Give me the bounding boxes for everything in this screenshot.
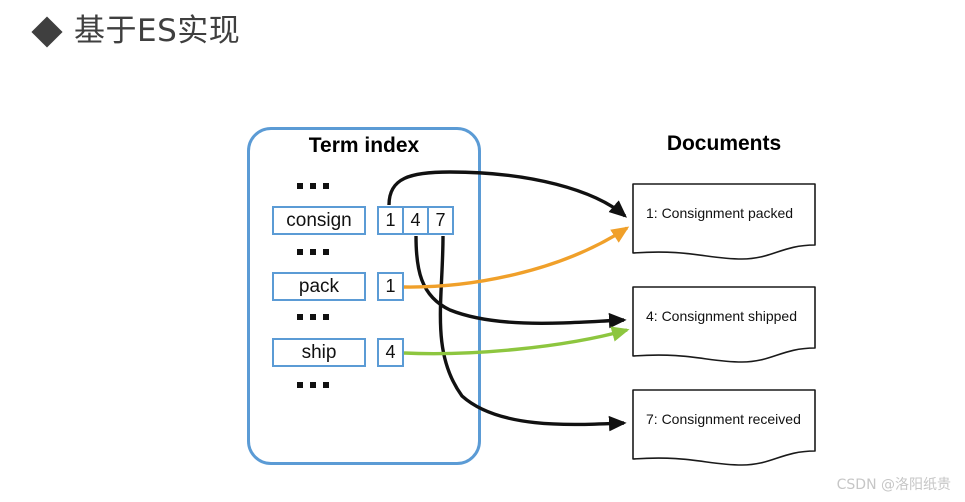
ellipsis-row bbox=[297, 183, 329, 189]
ellipsis-dot bbox=[310, 183, 316, 189]
document-card-7[interactable]: 7: Consignment received bbox=[632, 389, 816, 467]
document-shape-icon bbox=[632, 286, 816, 363]
csdn-watermark: CSDN @洛阳纸贵 bbox=[836, 477, 951, 493]
document-label: 4: Consignment shipped bbox=[646, 308, 797, 324]
posting-box[interactable]: 7 bbox=[427, 206, 454, 235]
document-card-1[interactable]: 1: Consignment packed bbox=[632, 183, 816, 261]
ellipsis-row bbox=[297, 249, 329, 255]
ellipsis-dot bbox=[323, 183, 329, 189]
ellipsis-dot bbox=[323, 249, 329, 255]
postings-list-consign: 1 4 7 bbox=[377, 206, 454, 235]
ellipsis-dot bbox=[310, 249, 316, 255]
ellipsis-dot bbox=[310, 314, 316, 320]
ellipsis-dot bbox=[297, 249, 303, 255]
term-box-pack[interactable]: pack bbox=[272, 272, 366, 301]
document-shape-icon bbox=[632, 389, 816, 466]
inverted-index-diagram: Term index consign 1 4 7 pack 1 ship 4 D… bbox=[0, 0, 965, 502]
ellipsis-dot bbox=[323, 314, 329, 320]
ellipsis-dot bbox=[297, 382, 303, 388]
term-index-heading: Term index bbox=[308, 134, 420, 157]
connector-arrow-layer bbox=[387, 170, 630, 432]
ellipsis-dot bbox=[297, 314, 303, 320]
postings-list-pack: 1 bbox=[377, 272, 404, 301]
posting-box[interactable]: 4 bbox=[377, 338, 404, 367]
documents-heading: Documents bbox=[666, 132, 782, 155]
document-card-4[interactable]: 4: Consignment shipped bbox=[632, 286, 816, 364]
term-box-consign[interactable]: consign bbox=[272, 206, 366, 235]
ellipsis-dot bbox=[310, 382, 316, 388]
ellipsis-row bbox=[297, 382, 329, 388]
document-label: 1: Consignment packed bbox=[646, 205, 794, 221]
posting-box[interactable]: 4 bbox=[402, 206, 429, 235]
term-box-ship[interactable]: ship bbox=[272, 338, 366, 367]
posting-box[interactable]: 1 bbox=[377, 272, 404, 301]
document-label: 7: Consignment received bbox=[646, 411, 801, 427]
document-shape-icon bbox=[632, 183, 816, 260]
posting-box[interactable]: 1 bbox=[377, 206, 404, 235]
ellipsis-row bbox=[297, 314, 329, 320]
ellipsis-dot bbox=[323, 382, 329, 388]
postings-list-ship: 4 bbox=[377, 338, 404, 367]
ellipsis-dot bbox=[297, 183, 303, 189]
